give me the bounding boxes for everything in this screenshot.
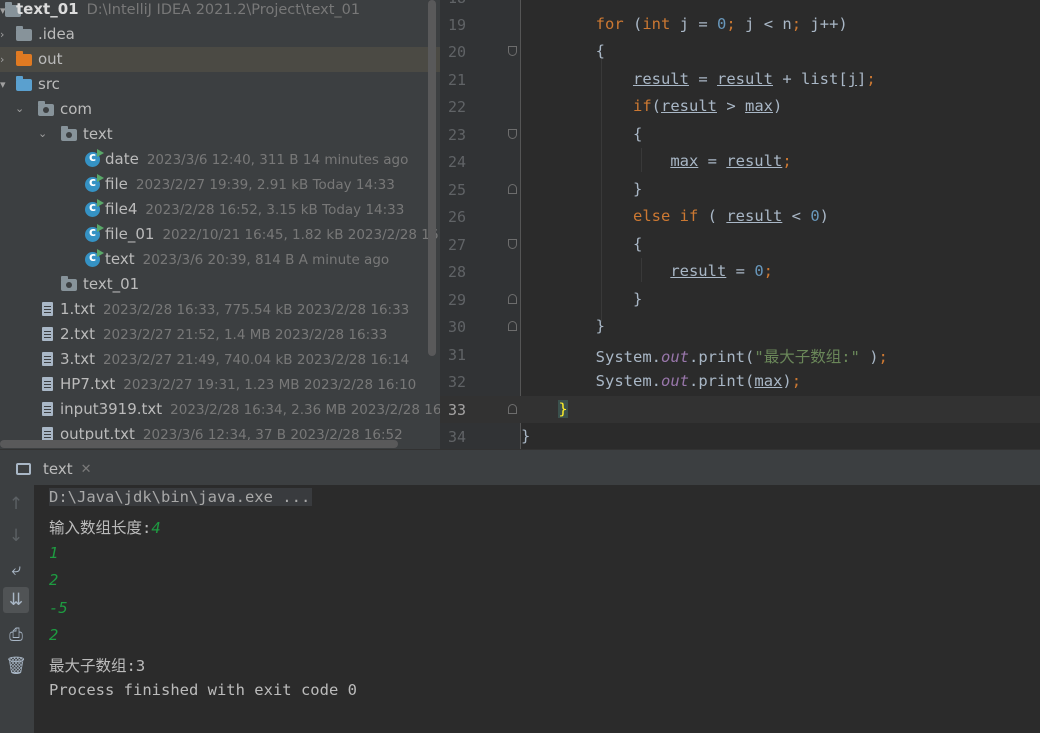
tree-item-hp7txt[interactable]: HP7.txt 2023/2/27 19:31, 1.23 MB 2023/2/2… bbox=[0, 372, 440, 397]
console-icon bbox=[16, 463, 31, 475]
trash-icon[interactable]: 🗑 bbox=[3, 653, 29, 679]
project-tree: ▾ text_01 D:\IntelliJ IDEA 2021.2\Project… bbox=[0, 0, 440, 449]
console-output[interactable]: D:\Java\jdk\bin\java.exe ... 输入数组长度:4 1 … bbox=[34, 485, 1040, 733]
class-icon bbox=[85, 174, 104, 192]
text-file-icon bbox=[42, 377, 53, 391]
code-line-23[interactable]: 23 { bbox=[440, 121, 1040, 148]
chevron-down-icon[interactable]: ⌄ bbox=[15, 103, 25, 114]
package-icon bbox=[61, 126, 77, 141]
text-file-icon bbox=[42, 327, 53, 341]
fold-icon[interactable] bbox=[508, 404, 517, 414]
code-line-34[interactable]: 34 } bbox=[440, 423, 1040, 449]
console-input: 1 bbox=[49, 544, 59, 562]
tree-item-com[interactable]: ⌄ com bbox=[0, 97, 440, 122]
fold-icon[interactable] bbox=[508, 46, 517, 56]
chevron-down-icon[interactable]: ⌄ bbox=[38, 128, 48, 139]
tab-run-text[interactable]: text ✕ bbox=[16, 454, 92, 484]
run-tool-window-header: text ✕ bbox=[0, 449, 1040, 486]
code-line-25[interactable]: 25 } bbox=[440, 176, 1040, 203]
tree-item-3txt[interactable]: 3.txt 2023/2/27 21:49, 740.04 kB 2023/2/2… bbox=[0, 347, 440, 372]
tree-item-file01[interactable]: file_012022/10/21 16:45, 1.82 kB 2023/2/… bbox=[0, 222, 440, 247]
tree-item-2txt[interactable]: 2.txt 2023/2/27 21:52, 1.4 MB 2023/2/28 1… bbox=[0, 322, 440, 347]
class-icon bbox=[85, 224, 104, 242]
tree-vertical-scrollbar[interactable] bbox=[428, 0, 436, 356]
fold-icon[interactable] bbox=[508, 239, 517, 249]
fold-icon[interactable] bbox=[508, 321, 517, 331]
console-prompt-line: 输入数组长度:4 bbox=[49, 519, 161, 537]
tree-item-out[interactable]: › out bbox=[0, 47, 440, 72]
code-line-32[interactable]: 32 System.out.print(max); bbox=[440, 368, 1040, 395]
code-line-30[interactable]: 30 } bbox=[440, 313, 1040, 340]
code-line-21[interactable]: 21 result = result + list[j]; bbox=[440, 66, 1040, 93]
text-file-icon bbox=[42, 427, 53, 441]
tree-item-text-package[interactable]: ⌄ text bbox=[0, 122, 440, 147]
folder-icon bbox=[16, 51, 32, 66]
tree-item-text01-package[interactable]: text_01 bbox=[0, 272, 440, 297]
print-icon[interactable]: ⎙ bbox=[3, 622, 29, 648]
scroll-to-end-icon[interactable]: ⇊ bbox=[3, 587, 29, 613]
code-line-19[interactable]: 19 for (int j = 0; j < n; j++) bbox=[440, 11, 1040, 38]
folder-icon bbox=[16, 26, 32, 41]
fold-icon[interactable] bbox=[508, 184, 517, 194]
chevron-right-icon[interactable]: › bbox=[0, 54, 10, 65]
code-line-27[interactable]: 27 { bbox=[440, 231, 1040, 258]
project-name: text_01 D:\IntelliJ IDEA 2021.2\Project\t… bbox=[16, 0, 361, 18]
tree-horizontal-scrollbar[interactable] bbox=[0, 440, 398, 448]
code-editor[interactable]: 18 19 for (int j = 0; j < n; j++) 20 { 2… bbox=[440, 0, 1040, 449]
class-icon bbox=[85, 149, 104, 167]
code-line-22[interactable]: 22 if(result > max) bbox=[440, 93, 1040, 120]
code-line-33[interactable]: 33 } bbox=[440, 396, 1040, 423]
arrow-down-icon[interactable]: ↓ bbox=[3, 523, 29, 549]
console-command: D:\Java\jdk\bin\java.exe ... bbox=[49, 488, 313, 506]
tree-item-1txt[interactable]: 1.txt 2023/2/28 16:33, 775.54 kB 2023/2/2… bbox=[0, 297, 440, 322]
code-line-18[interactable]: 18 bbox=[440, 0, 1040, 11]
fold-icon[interactable] bbox=[508, 294, 517, 304]
class-icon bbox=[85, 199, 104, 217]
fold-icon[interactable] bbox=[508, 129, 517, 139]
package-icon bbox=[38, 101, 54, 116]
tree-item-file4[interactable]: file42023/2/28 16:52, 3.15 kB Today 14:3… bbox=[0, 197, 440, 222]
arrow-up-icon[interactable]: ↑ bbox=[3, 491, 29, 517]
tree-item-input3919txt[interactable]: input3919.txt 2023/2/28 16:34, 2.36 MB 20… bbox=[0, 397, 440, 422]
text-file-icon bbox=[42, 402, 53, 416]
code-line-31[interactable]: 31 System.out.print("最大子数组:" ); bbox=[440, 341, 1040, 368]
tree-item-src[interactable]: ▾ src bbox=[0, 72, 440, 97]
soft-wrap-icon[interactable]: ⤶ bbox=[3, 557, 29, 583]
package-icon bbox=[61, 276, 77, 291]
code-line-29[interactable]: 29 } bbox=[440, 286, 1040, 313]
chevron-right-icon[interactable]: › bbox=[0, 29, 10, 40]
class-icon bbox=[85, 249, 104, 267]
tree-item-text-class[interactable]: text2023/3/6 20:39, 814 B A minute ago bbox=[0, 247, 440, 272]
tree-item-date[interactable]: date2023/3/6 12:40, 311 B 14 minutes ago bbox=[0, 147, 440, 172]
tree-item-idea[interactable]: › .idea bbox=[0, 22, 440, 47]
console-input: 2 bbox=[49, 571, 59, 589]
source-folder-icon bbox=[16, 76, 32, 91]
code-line-26[interactable]: 26 else if ( result < 0) bbox=[440, 203, 1040, 230]
chevron-down-icon[interactable]: ▾ bbox=[0, 79, 10, 90]
text-file-icon bbox=[42, 302, 53, 316]
console-result: 最大子数组:3 bbox=[49, 657, 146, 675]
project-root[interactable]: ▾ text_01 D:\IntelliJ IDEA 2021.2\Project… bbox=[0, 0, 440, 22]
run-toolbar: ↑ ↓ ⤶ ⇊ ⎙ 🗑 bbox=[0, 485, 34, 733]
text-file-icon bbox=[42, 352, 53, 366]
code-line-20[interactable]: 20 { bbox=[440, 38, 1040, 65]
console-exit-message: Process finished with exit code 0 bbox=[49, 681, 357, 699]
code-line-28[interactable]: 28 result = 0; bbox=[440, 258, 1040, 285]
console-input: -5 bbox=[49, 599, 68, 617]
tree-item-file[interactable]: file2023/2/27 19:39, 2.91 kB Today 14:33 bbox=[0, 172, 440, 197]
console-input: 2 bbox=[49, 626, 59, 644]
close-icon[interactable]: ✕ bbox=[81, 462, 92, 477]
code-line-24[interactable]: 24 max = result; bbox=[440, 148, 1040, 175]
